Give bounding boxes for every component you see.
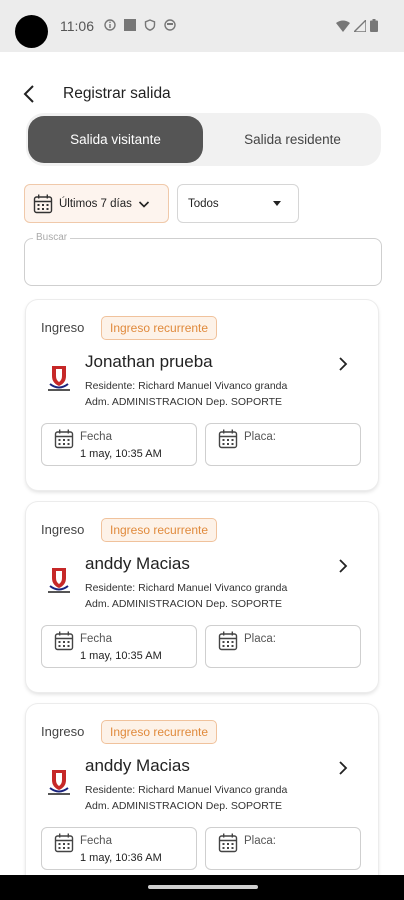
resident-info: Residente: Richard Manuel Vivanco granda — [85, 784, 288, 796]
date-range-label: Últimos 7 días — [59, 197, 132, 210]
dropdown-caret-icon — [273, 201, 281, 206]
visitor-card[interactable]: Ingreso Ingreso recurrente Jonathan prue… — [26, 300, 378, 490]
chevron-right-icon[interactable] — [336, 355, 350, 373]
date-label: Fecha — [80, 431, 112, 443]
entry-type: Ingreso — [41, 320, 85, 335]
page-title: Registrar salida — [63, 85, 171, 102]
date-value: 1 may, 10:35 AM — [80, 650, 162, 662]
calendar-icon — [54, 833, 74, 853]
camera-cutout — [15, 15, 48, 48]
admin-department-info: Adm. ADMINISTRACION Dep. SOPORTE — [85, 800, 283, 812]
status-bar: 11:06 — [0, 0, 404, 52]
wifi-icon — [336, 20, 350, 32]
plate-field: Placa: — [205, 423, 361, 466]
tab-salida-residente[interactable]: Salida residente — [206, 116, 379, 163]
status-badge: Ingreso recurrente — [101, 316, 218, 340]
app-header: Registrar salida — [0, 78, 404, 110]
entry-type: Ingreso — [41, 522, 85, 537]
resident-info: Residente: Richard Manuel Vivanco granda — [85, 582, 288, 594]
chevron-right-icon[interactable] — [336, 557, 350, 575]
search-input[interactable]: Buscar — [24, 232, 382, 286]
date-range-filter[interactable]: Últimos 7 días — [24, 184, 169, 223]
search-label: Buscar — [33, 232, 71, 243]
square-icon — [124, 19, 136, 31]
status-time: 11:06 — [60, 18, 94, 34]
date-value: 1 may, 10:35 AM — [80, 448, 162, 460]
date-label: Fecha — [80, 835, 112, 847]
system-nav-bar — [0, 875, 404, 900]
date-field: Fecha 1 may, 10:35 AM — [41, 423, 197, 466]
calendar-icon — [218, 631, 238, 651]
date-value: 1 may, 10:36 AM — [80, 852, 162, 864]
type-filter-select[interactable]: Todos — [177, 184, 299, 223]
calendar-icon — [54, 631, 74, 651]
calendar-icon — [54, 429, 74, 449]
plate-label: Placa: — [244, 835, 276, 847]
signal-icon — [354, 19, 366, 32]
face-icon — [164, 19, 176, 31]
calendar-icon — [218, 833, 238, 853]
condo-logo-icon — [48, 366, 70, 391]
visitor-name: Jonathan prueba — [85, 352, 213, 371]
notification-icons — [104, 19, 176, 31]
date-field: Fecha 1 may, 10:35 AM — [41, 625, 197, 668]
calendar-icon — [218, 429, 238, 449]
system-icons — [336, 19, 378, 32]
calendar-icon — [33, 194, 53, 213]
status-badge: Ingreso recurrente — [101, 720, 218, 744]
home-gesture-handle[interactable] — [148, 885, 258, 889]
condo-logo-icon — [48, 568, 70, 593]
date-field: Fecha 1 may, 10:36 AM — [41, 827, 197, 870]
info-icon — [104, 19, 116, 31]
chevron-down-icon — [138, 200, 149, 208]
back-arrow-icon[interactable] — [20, 82, 40, 106]
tab-salida-visitante[interactable]: Salida visitante — [28, 116, 203, 163]
shield-icon — [144, 19, 156, 31]
plate-field: Placa: — [205, 827, 361, 870]
visitor-card[interactable]: Ingreso Ingreso recurrente anddy Macias … — [26, 704, 378, 894]
resident-info: Residente: Richard Manuel Vivanco granda — [85, 380, 288, 392]
type-filter-value: Todos — [188, 197, 219, 210]
exit-type-tabs: Salida visitante Salida residente — [26, 113, 381, 166]
date-label: Fecha — [80, 633, 112, 645]
plate-field: Placa: — [205, 625, 361, 668]
plate-label: Placa: — [244, 633, 276, 645]
visitor-name: anddy Macias — [85, 554, 190, 573]
chevron-right-icon[interactable] — [336, 759, 350, 777]
visitor-name: anddy Macias — [85, 756, 190, 775]
admin-department-info: Adm. ADMINISTRACION Dep. SOPORTE — [85, 598, 283, 610]
battery-icon — [370, 19, 378, 32]
visitor-card[interactable]: Ingreso Ingreso recurrente anddy Macias … — [26, 502, 378, 692]
entry-type: Ingreso — [41, 724, 85, 739]
condo-logo-icon — [48, 770, 70, 795]
plate-label: Placa: — [244, 431, 276, 443]
admin-department-info: Adm. ADMINISTRACION Dep. SOPORTE — [85, 396, 283, 408]
status-badge: Ingreso recurrente — [101, 518, 218, 542]
